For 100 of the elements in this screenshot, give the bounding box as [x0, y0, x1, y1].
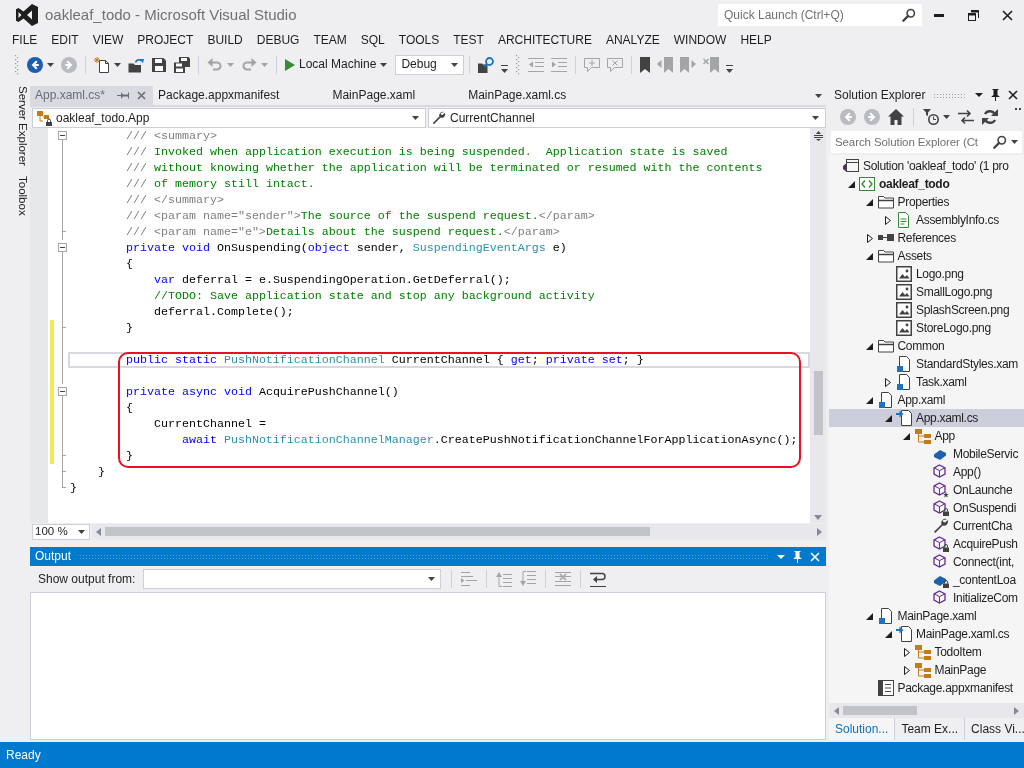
- code-line: /// <param name="e">Details about the suspend request.</param>: [125, 225, 560, 239]
- zoom-dropdown[interactable]: 100 %: [32, 523, 90, 540]
- triangle-icon[interactable]: [884, 630, 892, 638]
- home-button[interactable]: [885, 106, 907, 128]
- menu-item[interactable]: TEST: [446, 30, 491, 51]
- scrollbar-thumb[interactable]: [843, 706, 917, 715]
- speech-bubble-cross-icon: [606, 56, 623, 73]
- circular-arrows-icon: [982, 109, 998, 125]
- horizontal-scrollbar[interactable]: [92, 523, 826, 540]
- funnel-clock-icon: [923, 109, 939, 125]
- triangle-icon[interactable]: [866, 342, 873, 350]
- tree-item[interactable]: App: [829, 427, 1024, 445]
- tree-item[interactable]: AssemblyInfo.cs: [829, 211, 1024, 229]
- tree-item[interactable]: Properties: [829, 193, 1024, 211]
- triangle-icon[interactable]: [866, 252, 873, 260]
- left-arrow-icon: [96, 527, 101, 536]
- tree-item[interactable]: App.xaml.cs: [829, 409, 1024, 427]
- tree-item[interactable]: oakleaf_todo: [829, 175, 1024, 193]
- triangle-icon[interactable]: [903, 647, 910, 657]
- tree-item[interactable]: InitializeCom: [829, 589, 1024, 607]
- tree-item[interactable]: MobileServic: [829, 445, 1024, 463]
- scrollbar-thumb[interactable]: [105, 527, 650, 536]
- tree-item[interactable]: CurrentCha: [829, 517, 1024, 535]
- side-tab[interactable]: Server Explorer: [9, 86, 30, 166]
- triangle-icon[interactable]: [847, 180, 855, 188]
- configuration-dropdown[interactable]: Debug: [395, 54, 464, 75]
- pending-changes-filter-button[interactable]: [920, 106, 953, 128]
- tree-item[interactable]: Task.xaml: [829, 373, 1024, 391]
- triangle-icon[interactable]: [866, 396, 873, 404]
- triangle-icon[interactable]: [903, 665, 910, 675]
- collapse-box-icon[interactable]: [58, 387, 67, 396]
- bookmark-right-arrow-icon: [679, 56, 696, 73]
- document-tab[interactable]: MainPage.xaml.cs: [463, 86, 615, 105]
- triangle-icon[interactable]: [903, 432, 910, 440]
- tree-item[interactable]: OnLaunche: [829, 481, 1024, 499]
- menu-item[interactable]: PROJECT: [130, 30, 201, 51]
- grip-dots-icon[interactable]: [15, 54, 19, 75]
- horizontal-scrollbar[interactable]: [829, 703, 1024, 718]
- search-field[interactable]: Search Solution Explorer (Ct: [831, 131, 1022, 153]
- menu-item[interactable]: ARCHITECTURE: [490, 30, 599, 51]
- tree-item[interactable]: Assets: [829, 247, 1024, 265]
- menu-item[interactable]: VIEW: [85, 30, 131, 51]
- menu-item[interactable]: DEBUG: [249, 30, 307, 51]
- tree-item[interactable]: Solution 'oakleaf_todo' (1 pro: [829, 157, 1024, 175]
- menu-item[interactable]: ANALYZE: [598, 30, 667, 51]
- tree-item[interactable]: MainPage.xaml.cs: [829, 625, 1024, 643]
- collapse-box-icon[interactable]: [58, 131, 67, 140]
- menu-item[interactable]: FILE: [5, 30, 45, 51]
- code-brackets-box-icon: [859, 176, 875, 192]
- triangle-icon[interactable]: [885, 377, 891, 387]
- menu-item[interactable]: TOOLS: [391, 30, 447, 51]
- menu-item[interactable]: SQL: [353, 30, 392, 51]
- menu-item[interactable]: WINDOW: [666, 30, 734, 51]
- caret-icon[interactable]: [1011, 140, 1018, 144]
- panel-tab[interactable]: Team Ex...: [895, 718, 966, 740]
- tree-item[interactable]: StoreLogo.png: [829, 319, 1024, 337]
- triangle-icon[interactable]: [884, 414, 892, 422]
- caret-icon[interactable]: [815, 94, 822, 98]
- triangle-icon[interactable]: [866, 612, 873, 620]
- triangle-icon[interactable]: [885, 215, 891, 225]
- search-input[interactable]: Search Solution Explorer (Ct: [831, 131, 989, 153]
- tree-item[interactable]: StandardStyles.xam: [829, 355, 1024, 373]
- triangle-icon[interactable]: [866, 198, 873, 206]
- tree-item[interactable]: Common: [829, 337, 1024, 355]
- start-button[interactable]: Local Machine: [282, 53, 391, 76]
- menu-item[interactable]: EDIT: [44, 30, 86, 51]
- grip-dots-icon[interactable]: [515, 54, 520, 75]
- tree-item[interactable]: AcquirePush: [829, 535, 1024, 553]
- panel-tab[interactable]: Solution...: [829, 718, 896, 740]
- document-tab[interactable]: Package.appxmanifest: [153, 86, 328, 105]
- tree-item[interactable]: References: [829, 229, 1024, 247]
- menu-item[interactable]: BUILD: [200, 30, 250, 51]
- triangle-icon[interactable]: [866, 233, 873, 243]
- close-icon[interactable]: [1008, 90, 1018, 100]
- tree-item[interactable]: SmallLogo.png: [829, 283, 1024, 301]
- tree-item[interactable]: MainPage: [829, 661, 1024, 679]
- connected-boxes-lock-icon: [36, 110, 52, 126]
- type-dropdown[interactable]: oakleaf_todo.App: [32, 108, 426, 128]
- tree-item[interactable]: TodoItem: [829, 643, 1024, 661]
- menu-item[interactable]: HELP: [733, 30, 779, 51]
- tree-item[interactable]: Connect(int,: [829, 553, 1024, 571]
- caret-icon[interactable]: [975, 93, 983, 97]
- tree-item[interactable]: _contentLoa: [829, 571, 1024, 589]
- panel-tab[interactable]: Class Vi...: [965, 718, 1024, 740]
- scrollbar-thumb[interactable]: [813, 371, 823, 435]
- pin-icon[interactable]: [991, 89, 1000, 101]
- vertical-scrollbar[interactable]: [810, 128, 826, 523]
- tree-item[interactable]: Logo.png: [829, 265, 1024, 283]
- member-dropdown[interactable]: CurrentChannel: [428, 108, 826, 128]
- tree-item[interactable]: SplashScreen.png: [829, 301, 1024, 319]
- folder-icon: [877, 338, 894, 354]
- side-tab[interactable]: Toolbox: [9, 175, 30, 216]
- tree-item[interactable]: App(): [829, 463, 1024, 481]
- collapse-box-icon[interactable]: [58, 243, 67, 252]
- tree-item[interactable]: OnSuspendi: [829, 499, 1024, 517]
- menu-item[interactable]: TEAM: [306, 30, 354, 51]
- tree-item[interactable]: MainPage.xaml: [829, 607, 1024, 625]
- tree-item[interactable]: App.xaml: [829, 391, 1024, 409]
- tree-item[interactable]: Package.appxmanifest: [829, 679, 1024, 697]
- document-tab[interactable]: MainPage.xaml: [327, 86, 464, 105]
